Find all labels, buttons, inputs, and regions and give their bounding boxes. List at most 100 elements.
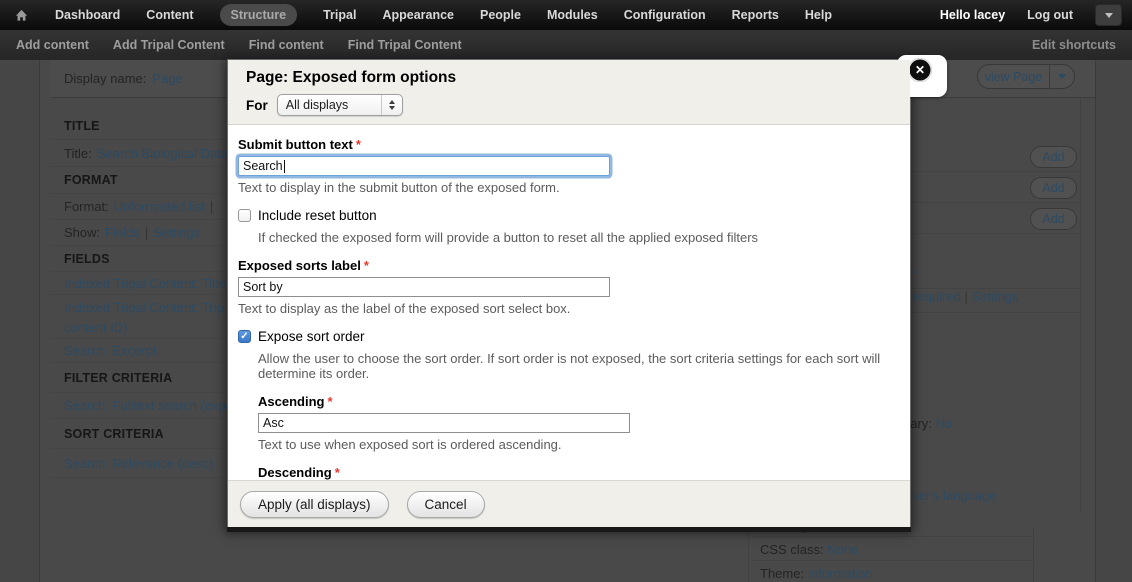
toolbar-item-people[interactable]: People xyxy=(480,8,521,22)
expose-sort-order-label: Expose sort order xyxy=(258,329,365,344)
display-name-label: Display name: xyxy=(64,71,146,86)
exposed-sorts-input[interactable]: Sort by xyxy=(238,277,610,297)
submit-button-text-input[interactable]: Search xyxy=(238,156,610,176)
column-divider xyxy=(1080,98,1081,512)
toolbar-item-tripal[interactable]: Tripal xyxy=(323,8,356,22)
chevron-down-icon xyxy=(1105,13,1113,18)
input-value: Search xyxy=(243,159,283,173)
edit-shortcuts-link[interactable]: Edit shortcuts xyxy=(1032,38,1116,52)
pipe-separator: | xyxy=(145,225,148,240)
dialog-body: Submit button text* Search Text to displ… xyxy=(228,125,910,480)
expose-sort-order-checkbox[interactable]: ✓ xyxy=(238,330,251,343)
add-label: Add xyxy=(1042,212,1064,226)
label-text: Descending xyxy=(258,465,332,480)
toolbar-toggle-button[interactable] xyxy=(1095,4,1122,26)
add-label: Add xyxy=(1042,150,1064,164)
required-mark: * xyxy=(327,394,332,409)
section-label: SORT CRITERIA xyxy=(64,427,164,441)
row-divider xyxy=(910,202,1080,203)
add-button: Add xyxy=(1030,146,1077,168)
fragment-value: No xyxy=(936,416,953,431)
for-label: For xyxy=(246,98,268,113)
shortcut-find-tripal-content[interactable]: Find Tripal Content xyxy=(348,38,462,52)
cancel-button[interactable]: Cancel xyxy=(407,491,485,518)
dialog-title: Page: Exposed form options xyxy=(246,69,892,87)
clipped-summary-row: nary: No xyxy=(903,416,952,431)
select-arrows-icon xyxy=(381,95,402,115)
descending-label: Descending* xyxy=(258,465,900,480)
clipped-settings-row: t required | Settings xyxy=(906,289,1019,304)
filter-link: Search: Fulltext search (expo xyxy=(64,398,233,413)
toolbar-item-dashboard[interactable]: Dashboard xyxy=(55,8,120,22)
css-class-row: CSS class: None xyxy=(760,542,858,557)
exposed-form-options-dialog: ✕ Page: Exposed form options For All dis… xyxy=(228,60,910,527)
toolbar-item-structure[interactable]: Structure xyxy=(220,4,298,26)
row-divider xyxy=(910,171,1080,172)
view-page-label: view Page xyxy=(978,70,1049,84)
label-text: Ascending xyxy=(258,394,324,409)
toolbar-item-content[interactable]: Content xyxy=(146,8,193,22)
theme-label: Theme: xyxy=(760,566,804,581)
toolbar-right: Hello lacey Log out xyxy=(940,0,1122,30)
label-text: Exposed sorts label xyxy=(238,258,361,273)
css-class-value: None xyxy=(827,542,858,557)
submit-button-text-description: Text to display in the submit button of … xyxy=(238,180,900,195)
include-reset-row: Include reset button xyxy=(238,208,900,223)
ascending-description: Text to use when exposed sort is ordered… xyxy=(258,437,900,452)
user-greeting: Hello lacey xyxy=(940,8,1005,22)
row-divider xyxy=(752,536,1033,537)
toolbar-item-reports[interactable]: Reports xyxy=(732,8,779,22)
input-value: Sort by xyxy=(243,280,283,294)
input-value: Asc xyxy=(263,416,284,430)
section-label: FILTER CRITERIA xyxy=(64,371,172,385)
screen: Dashboard Content Structure Tripal Appea… xyxy=(0,0,1132,582)
toolbar-item-appearance[interactable]: Appearance xyxy=(382,8,454,22)
expose-sort-order-row: ✓ Expose sort order xyxy=(238,329,900,344)
row-label: Format: xyxy=(64,199,109,214)
close-icon[interactable]: ✕ xyxy=(908,58,932,82)
shortcut-add-content[interactable]: Add content xyxy=(16,38,89,52)
toolbar-item-help[interactable]: Help xyxy=(805,8,832,22)
view-page-button: view Page xyxy=(977,64,1075,89)
row-divider xyxy=(910,288,1080,289)
ascending-label: Ascending* xyxy=(258,394,900,409)
sort-link: Search: Relevance (desc) xyxy=(64,456,214,471)
display-select-value: All displays xyxy=(286,98,349,112)
shortcut-add-tripal-content[interactable]: Add Tripal Content xyxy=(113,38,225,52)
for-row: For All displays xyxy=(246,94,892,116)
fields-link: Fields xyxy=(105,225,140,240)
page-right-margin xyxy=(1095,60,1132,582)
admin-toolbar: Dashboard Content Structure Tripal Appea… xyxy=(0,0,1132,30)
add-label: Add xyxy=(1042,181,1064,195)
clipped-language-link: user's language xyxy=(905,488,996,503)
include-reset-checkbox[interactable] xyxy=(238,209,251,222)
display-select[interactable]: All displays xyxy=(277,94,403,116)
shortcut-find-content[interactable]: Find content xyxy=(249,38,324,52)
add-button: Add xyxy=(1030,208,1077,230)
fragment-text: user's language xyxy=(905,488,996,503)
section-label: FIELDS xyxy=(64,252,110,266)
ascending-input[interactable]: Asc xyxy=(258,413,630,433)
home-icon[interactable] xyxy=(14,8,29,23)
row-label: Title: xyxy=(64,146,92,161)
add-button: Add xyxy=(1030,177,1077,199)
section-label: FORMAT xyxy=(64,173,118,187)
field-link: Search: Excerpt xyxy=(64,343,157,358)
pipe-separator: | xyxy=(210,199,213,214)
row-divider xyxy=(752,560,1033,561)
apply-button[interactable]: Apply (all displays) xyxy=(240,491,389,518)
logout-link[interactable]: Log out xyxy=(1027,8,1073,22)
dialog-footer: Apply (all displays) Cancel xyxy=(228,480,910,527)
toolbar-item-modules[interactable]: Modules xyxy=(547,8,598,22)
format-link: Unformatted list xyxy=(114,199,205,214)
view-page-dropdown xyxy=(1050,74,1074,79)
expose-sort-order-description: Allow the user to choose the sort order.… xyxy=(258,351,900,381)
required-mark: * xyxy=(335,465,340,480)
section-label: TITLE xyxy=(64,119,100,133)
settings-link: Settings xyxy=(153,225,200,240)
chevron-down-icon xyxy=(1058,74,1066,79)
css-class-label: CSS class: xyxy=(760,542,824,557)
toolbar-item-configuration[interactable]: Configuration xyxy=(624,8,706,22)
exposed-sorts-description: Text to display as the label of the expo… xyxy=(238,301,900,316)
include-reset-description: If checked the exposed form will provide… xyxy=(258,230,900,245)
